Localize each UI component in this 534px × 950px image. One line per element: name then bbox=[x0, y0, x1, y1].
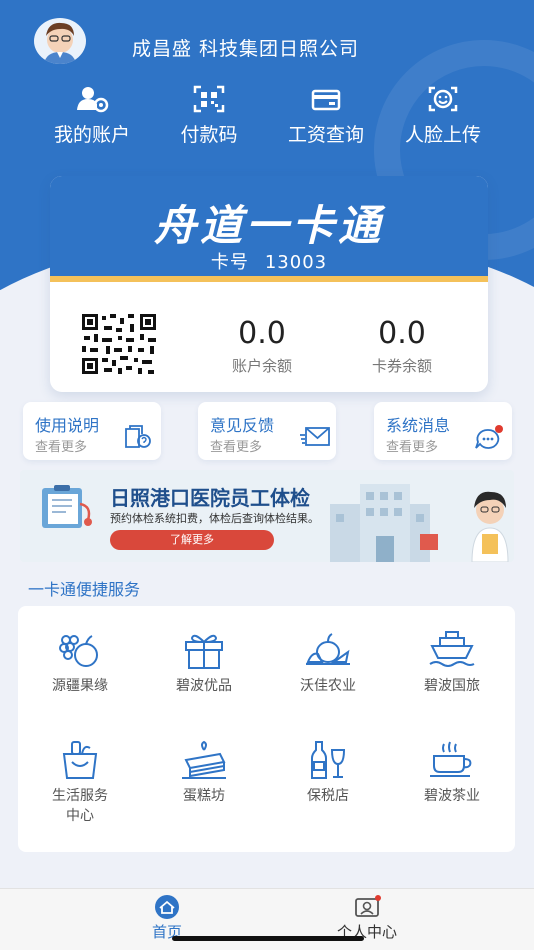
membership-card: 舟道一卡通 卡号 13003 0.0 账户余额 0.0 卡券余额 bbox=[50, 176, 488, 392]
service-duty-free[interactable]: 保税店 bbox=[266, 740, 390, 806]
ship-icon bbox=[429, 631, 475, 667]
fruit-icon bbox=[59, 635, 98, 667]
service-gift-label: 碧波优品 bbox=[176, 678, 232, 694]
card-number: 13003 bbox=[264, 252, 328, 273]
service-vegetable[interactable]: 沃佳农业 bbox=[266, 630, 390, 696]
services-grid: 源疆果缘 碧波优品 沃佳农业 碧波国旅 生活服务 中心 蛋糕坊 保税店 碧波茶业 bbox=[18, 606, 515, 852]
service-life-center-label: 生活服务 中心 bbox=[52, 788, 108, 824]
service-vegetable-label: 沃佳农业 bbox=[300, 678, 356, 694]
service-cake-label: 蛋糕坊 bbox=[183, 788, 225, 804]
face-icon bbox=[428, 86, 458, 112]
message-icon bbox=[475, 425, 503, 449]
tea-icon bbox=[430, 741, 472, 777]
services-section-title: 一卡通便捷服务 bbox=[28, 580, 141, 599]
payment-code-label: 付款码 bbox=[180, 124, 238, 146]
service-tea-label: 碧波茶业 bbox=[424, 788, 480, 804]
card-title: 舟道一卡通 bbox=[153, 201, 384, 250]
gift-icon bbox=[185, 634, 223, 669]
feedback-more: 查看更多 bbox=[210, 440, 263, 455]
vegetable-icon bbox=[306, 633, 350, 665]
profile-icon bbox=[355, 895, 381, 917]
coupon-balance-label: 卡券余额 bbox=[371, 357, 432, 375]
service-duty-free-label: 保税店 bbox=[307, 788, 349, 804]
qr-scan-icon bbox=[193, 85, 225, 113]
banner-subtitle: 预约体检系统扣费，体检后查询体检结果。 bbox=[110, 512, 319, 525]
avatar[interactable] bbox=[34, 18, 86, 64]
service-travel-label: 碧波国旅 bbox=[424, 678, 480, 694]
card-number-label: 卡号 bbox=[210, 252, 249, 273]
account-icon bbox=[77, 87, 109, 113]
system-messages-more: 查看更多 bbox=[386, 440, 439, 455]
banner-title: 日照港口医院员工体检 bbox=[110, 486, 310, 510]
card-header: 舟道一卡通 卡号 13003 bbox=[50, 176, 488, 282]
system-messages-card[interactable]: 系统消息 查看更多 bbox=[374, 402, 512, 460]
service-life-center[interactable]: 生活服务 中心 bbox=[18, 740, 142, 826]
medical-clipboard-icon bbox=[42, 485, 92, 528]
salary-query-label: 工资查询 bbox=[287, 124, 364, 146]
tab-home[interactable]: 首页 bbox=[107, 895, 227, 942]
home-indicator bbox=[172, 936, 364, 941]
account-balance[interactable]: 0.0 账户余额 bbox=[207, 316, 317, 376]
card-qr-code[interactable] bbox=[80, 312, 158, 376]
salary-query-button[interactable]: 工资查询 bbox=[261, 84, 391, 147]
wine-icon bbox=[311, 741, 346, 779]
my-account-button[interactable]: 我的账户 bbox=[27, 84, 157, 147]
coupon-balance[interactable]: 0.0 卡券余额 bbox=[347, 316, 457, 376]
feedback-card[interactable]: 意见反馈 查看更多 bbox=[198, 402, 336, 460]
usage-guide-title: 使用说明 bbox=[35, 416, 100, 435]
account-balance-value: 0.0 bbox=[238, 316, 286, 351]
mail-icon bbox=[300, 427, 330, 446]
service-travel[interactable]: 碧波国旅 bbox=[390, 630, 514, 696]
payment-code-button[interactable]: 付款码 bbox=[144, 84, 274, 147]
system-messages-title: 系统消息 bbox=[386, 416, 451, 435]
service-gift[interactable]: 碧波优品 bbox=[142, 630, 266, 696]
shopping-basket-icon bbox=[62, 741, 98, 779]
home-icon bbox=[155, 895, 179, 919]
banner-learn-more-button[interactable]: 了解更多 bbox=[110, 530, 274, 550]
tab-profile[interactable]: 个人中心 bbox=[307, 895, 427, 942]
quick-actions: 我的账户 付款码 工资查询 人脸上传 bbox=[0, 84, 534, 154]
card-accent-bar bbox=[50, 276, 488, 282]
face-upload-button[interactable]: 人脸上传 bbox=[378, 84, 508, 147]
service-fruit[interactable]: 源疆果缘 bbox=[18, 630, 142, 696]
wallet-icon bbox=[311, 89, 341, 111]
cake-icon bbox=[182, 740, 226, 779]
usage-guide-more: 查看更多 bbox=[35, 440, 88, 455]
coupon-balance-value: 0.0 bbox=[378, 316, 426, 351]
service-tea[interactable]: 碧波茶业 bbox=[390, 740, 514, 806]
card-number-row: 卡号 13003 bbox=[50, 248, 488, 274]
hospital-illustration bbox=[330, 484, 438, 562]
feedback-title: 意见反馈 bbox=[210, 416, 275, 435]
account-balance-label: 账户余额 bbox=[231, 357, 292, 375]
my-account-label: 我的账户 bbox=[53, 124, 130, 146]
service-cake[interactable]: 蛋糕坊 bbox=[142, 740, 266, 806]
top-bar: 成昌盛 科技集团日照公司 bbox=[0, 0, 534, 90]
service-fruit-label: 源疆果缘 bbox=[52, 678, 108, 694]
health-check-banner[interactable]: 日照港口医院员工体检 预约体检系统扣费，体检后查询体检结果。 了解更多 bbox=[20, 470, 514, 562]
doctor-illustration bbox=[471, 491, 509, 562]
manual-icon bbox=[125, 425, 151, 448]
face-upload-label: 人脸上传 bbox=[404, 124, 481, 146]
usage-guide-card[interactable]: 使用说明 查看更多 bbox=[23, 402, 161, 460]
company-name: 成昌盛 科技集团日照公司 bbox=[132, 38, 360, 60]
